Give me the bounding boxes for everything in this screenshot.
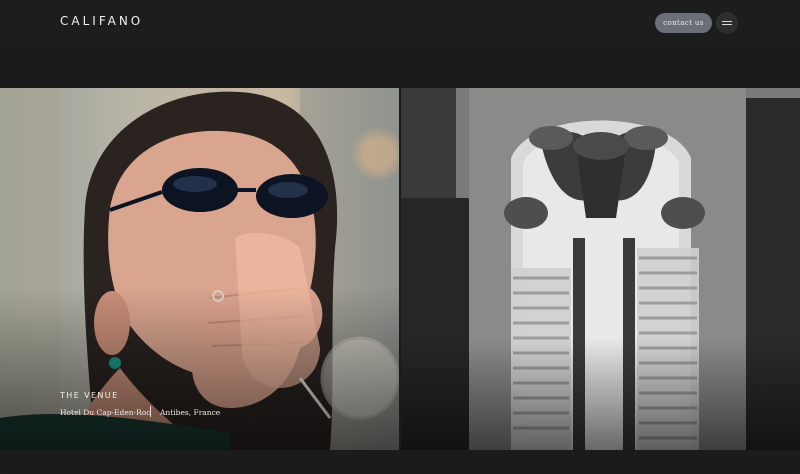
hero-gallery: THE VENUE Hotel Du Cap-Eden-Roc Antibes,…: [0, 88, 800, 450]
venue-divider: [150, 406, 151, 417]
hamburger-icon-line-bottom: [722, 24, 732, 25]
footer-band: [0, 450, 800, 474]
page: CALIFANO contact us THE VENUE Hotel Du C…: [0, 0, 800, 474]
hamburger-icon-line-top: [722, 21, 732, 22]
venue-name: Hotel Du Cap-Eden-Roc: [60, 408, 151, 417]
venue-section-label: THE VENUE: [60, 391, 119, 400]
site-logo[interactable]: CALIFANO: [60, 14, 143, 28]
header-spacer: [0, 48, 800, 88]
menu-button[interactable]: [716, 12, 738, 34]
venue-photo-aerial: [401, 88, 800, 450]
venue-location: Antibes, France: [160, 408, 221, 417]
contact-button[interactable]: contact us: [655, 13, 712, 33]
site-header: CALIFANO contact us: [0, 0, 800, 48]
aerial-illustration: [401, 88, 800, 450]
